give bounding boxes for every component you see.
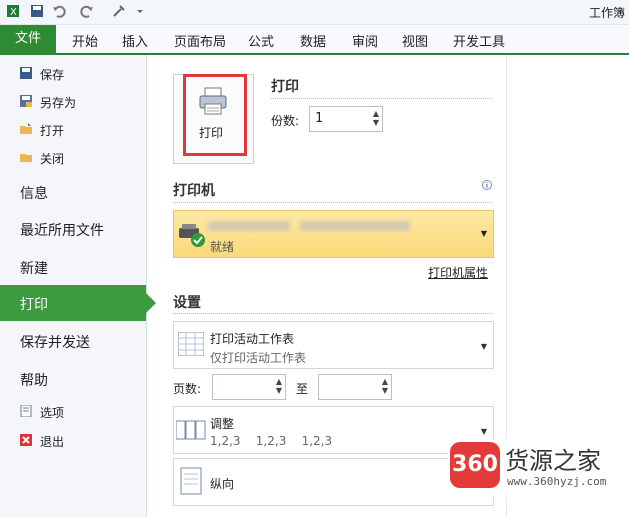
tab-review[interactable]: 审阅 xyxy=(352,31,378,50)
save-icon[interactable] xyxy=(30,4,44,18)
printer-status: 就绪 xyxy=(210,240,235,254)
blurred-printer-name xyxy=(300,221,410,231)
tab-view[interactable]: 视图 xyxy=(402,31,428,50)
redo-icon[interactable] xyxy=(80,4,94,18)
nav-item-print-label: 打印 xyxy=(20,297,48,313)
undo-icon[interactable] xyxy=(52,4,66,18)
tab-developer[interactable]: 开发工具 xyxy=(453,31,505,50)
portrait-icon xyxy=(180,467,202,495)
exit-icon xyxy=(20,434,32,446)
tab-insert[interactable]: 插入 xyxy=(122,31,148,50)
tab-home[interactable]: 开始 xyxy=(72,31,98,50)
tab-data[interactable]: 数据 xyxy=(300,31,326,50)
collate-title: 调整 xyxy=(210,417,235,431)
stepper-arrows-icon[interactable]: ▲ ▼ xyxy=(373,109,379,127)
settings-heading: 设置 xyxy=(173,295,201,311)
collate-icon xyxy=(176,420,206,440)
print-scope-title: 打印活动工作表 xyxy=(210,332,295,346)
divider xyxy=(173,202,492,203)
chevron-down-icon: ▼ xyxy=(480,427,487,436)
save-as-icon xyxy=(20,95,32,107)
nav-item-help[interactable]: 帮助 xyxy=(20,370,48,390)
to-label: 至 xyxy=(296,382,309,396)
pages-to-stepper[interactable]: ▲ ▼ xyxy=(318,374,392,400)
tab-file[interactable]: 文件 xyxy=(0,25,56,55)
chevron-down-icon: ▼ xyxy=(480,342,487,351)
tab-page-layout[interactable]: 页面布局 xyxy=(174,31,226,50)
options-icon xyxy=(20,405,32,417)
pages-from-stepper[interactable]: ▲ ▼ xyxy=(212,374,286,400)
printer-icon xyxy=(199,87,227,115)
watermark: 360 货源之家 www.360hyzj.com xyxy=(447,439,629,497)
quick-access-toolbar: X 工作簿 xyxy=(0,0,629,25)
watermark-name: 货源之家 xyxy=(505,447,601,475)
excel-icon: X xyxy=(7,5,19,18)
printer-properties-link[interactable]: 打印机属性 xyxy=(428,264,488,281)
printer-heading: 打印机 xyxy=(173,183,215,199)
pages-label: 页数: xyxy=(173,382,202,396)
customize-qat-icon[interactable] xyxy=(136,4,144,18)
blurred-printer-name xyxy=(208,221,290,231)
printer-dropdown[interactable]: 就绪 ▼ xyxy=(173,210,494,258)
selected-arrow xyxy=(146,293,156,313)
sheet-icon xyxy=(178,332,204,356)
copies-value: 1 xyxy=(315,111,324,126)
print-scope-dropdown[interactable]: 打印活动工作表 仅打印活动工作表 ▼ xyxy=(173,321,494,369)
print-heading: 打印 xyxy=(271,79,299,95)
orientation-title: 纵向 xyxy=(210,477,235,491)
watermark-url: www.360hyzj.com xyxy=(507,475,607,488)
divider xyxy=(271,98,492,99)
copies-label: 份数: xyxy=(271,114,300,128)
watermark-badge: 360 xyxy=(450,442,500,488)
chevron-down-icon: ▼ xyxy=(480,229,487,238)
nav-item-save-send[interactable]: 保存并发送 xyxy=(20,332,90,352)
svg-text:X: X xyxy=(10,7,17,18)
orientation-dropdown[interactable]: 纵向 xyxy=(173,458,494,506)
collate-dropdown[interactable]: 调整 1,2,3 1,2,3 1,2,3 ▼ xyxy=(173,406,494,454)
open-folder-icon xyxy=(20,123,32,134)
print-scope-sub: 仅打印活动工作表 xyxy=(210,351,307,365)
window-title: 工作簿 xyxy=(588,6,625,20)
save-icon xyxy=(20,67,32,79)
collate-sub: 1,2,3 1,2,3 1,2,3 xyxy=(210,434,333,448)
stepper-arrows-icon[interactable]: ▲ ▼ xyxy=(382,377,388,395)
nav-item-recent[interactable]: 最近所用文件 xyxy=(20,220,104,240)
print-button-label: 打印 xyxy=(199,126,224,140)
tab-formulas[interactable]: 公式 xyxy=(248,31,274,50)
info-icon[interactable] xyxy=(482,180,492,190)
nav-item-print[interactable]: 打印 xyxy=(0,285,156,321)
nav-item-new[interactable]: 新建 xyxy=(20,258,48,278)
folder-icon xyxy=(20,154,32,162)
copies-stepper[interactable]: 1 ▲ ▼ xyxy=(309,106,383,132)
divider xyxy=(173,313,492,314)
tools-icon[interactable] xyxy=(112,4,126,18)
stepper-arrows-icon[interactable]: ▲ ▼ xyxy=(276,377,282,395)
printer-ready-icon xyxy=(179,224,205,247)
nav-item-info[interactable]: 信息 xyxy=(20,183,48,203)
